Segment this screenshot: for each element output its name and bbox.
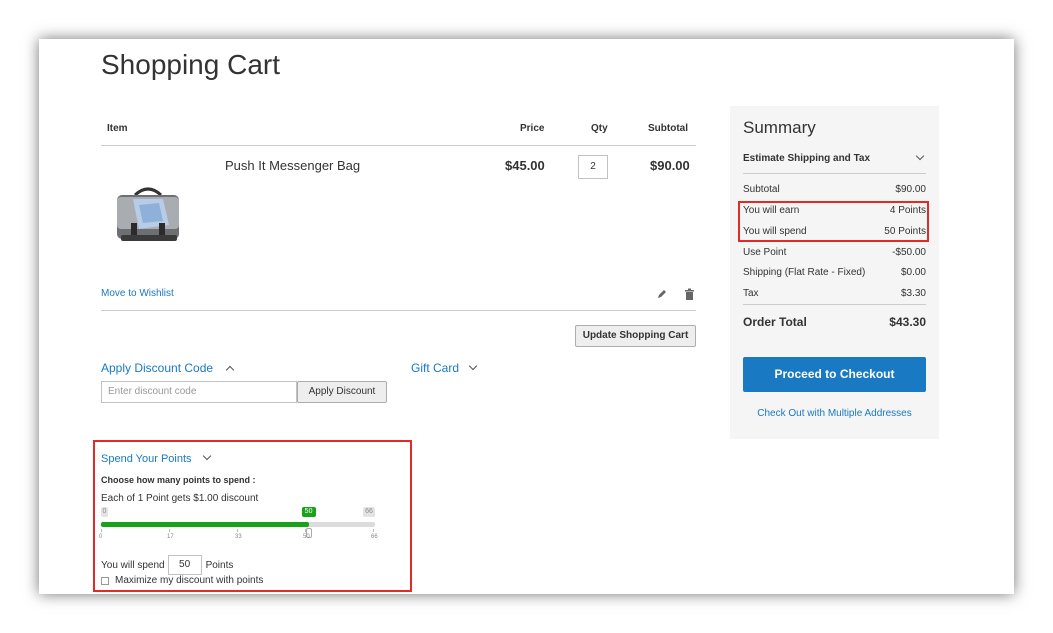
- order-total-value: $43.30: [889, 315, 926, 329]
- header-qty: Qty: [591, 123, 608, 134]
- chevron-down-icon: [202, 451, 212, 461]
- summary-value: $90.00: [895, 184, 926, 195]
- slider-fill: [101, 522, 309, 527]
- points-amount-input[interactable]: 50: [167, 555, 202, 575]
- slider-tick: [101, 529, 102, 532]
- qty-input[interactable]: 2: [578, 155, 608, 179]
- chevron-down-icon: [915, 151, 925, 160]
- summary-value: 4 Points: [889, 205, 926, 216]
- discount-title: Apply Discount Code: [101, 361, 214, 375]
- estimate-shipping-toggle[interactable]: Estimate Shipping and Tax: [743, 151, 926, 164]
- choose-points-label: Choose how many points to spend :: [101, 475, 256, 485]
- points-rate-text: Each of 1 Point gets $1.00 discount: [101, 493, 259, 504]
- gift-card-toggle[interactable]: Gift Card: [411, 359, 478, 377]
- spend-points-toggle[interactable]: Spend Your Points: [101, 449, 212, 467]
- summary-label: Subtotal: [743, 184, 780, 195]
- order-total-label: Order Total: [743, 315, 807, 329]
- summary-row-subtotal: Subtotal $90.00: [743, 184, 926, 195]
- header-subtotal: Subtotal: [648, 123, 688, 134]
- slider-max-badge: 66: [363, 507, 375, 517]
- header-price: Price: [520, 123, 545, 134]
- summary-label: You will spend: [743, 226, 807, 237]
- summary-row-shipping: Shipping (Flat Rate - Fixed) $0.00: [743, 267, 926, 278]
- summary-value: -$50.00: [892, 247, 926, 258]
- slider-value-badge: 50: [301, 507, 316, 517]
- maximize-discount-checkbox[interactable]: [101, 576, 109, 585]
- estimate-shipping-label: Estimate Shipping and Tax: [743, 153, 871, 164]
- discount-toggle[interactable]: Apply Discount Code: [101, 359, 234, 377]
- trash-icon[interactable]: [684, 288, 695, 300]
- product-subtotal: $90.00: [650, 158, 690, 173]
- slider-ticks: 0 17 33 50 66: [99, 529, 378, 543]
- header-item: Item: [107, 123, 128, 134]
- slider-min-badge: 0: [101, 507, 108, 517]
- gift-card-title: Gift Card: [411, 361, 460, 375]
- proceed-to-checkout-button[interactable]: Proceed to Checkout: [743, 357, 926, 392]
- chevron-up-icon: [225, 365, 234, 375]
- product-name[interactable]: Push It Messenger Bag: [225, 158, 360, 173]
- slider-tick-label: 66: [371, 534, 378, 540]
- move-to-wishlist-link[interactable]: Move to Wishlist: [101, 288, 174, 299]
- multiple-addresses-link[interactable]: Check Out with Multiple Addresses: [743, 408, 926, 419]
- header-divider: [101, 145, 696, 146]
- summary-value: $0.00: [900, 267, 926, 278]
- summary-row-tax: Tax $3.30: [743, 288, 926, 299]
- summary-divider: [743, 173, 926, 174]
- spend-suffix: Points: [205, 559, 234, 571]
- slider-tick-label: 33: [235, 534, 242, 540]
- row-divider: [101, 310, 696, 311]
- cart-page: Shopping Cart Item Price Qty Subtotal Pu…: [39, 39, 1014, 594]
- summary-row-spend: You will spend 50 Points: [743, 226, 926, 237]
- total-divider: [743, 304, 926, 305]
- summary-row-earn: You will earn 4 Points: [743, 205, 926, 216]
- summary-value: $3.30: [900, 288, 926, 299]
- maximize-discount-label: Maximize my discount with points: [115, 575, 264, 586]
- update-cart-button[interactable]: Update Shopping Cart: [575, 325, 696, 347]
- order-total-row: Order Total $43.30: [743, 315, 926, 329]
- summary-value: 50 Points: [884, 226, 926, 237]
- summary-label: Use Point: [743, 247, 787, 258]
- summary-title: Summary: [743, 118, 816, 137]
- summary-label: Tax: [743, 288, 759, 299]
- product-image[interactable]: [113, 185, 183, 247]
- spend-points-row: You will spend 50 Points: [101, 555, 233, 575]
- slider-track[interactable]: [101, 522, 375, 527]
- page-title: Shopping Cart: [101, 49, 281, 80]
- slider-tick: [373, 529, 374, 532]
- summary-label: You will earn: [743, 205, 800, 216]
- points-slider[interactable]: 0 66 50 0 17 33 50 66: [99, 507, 378, 547]
- spend-prefix: You will spend: [101, 559, 165, 571]
- slider-tick: [237, 529, 238, 532]
- slider-tick-label: 50: [303, 534, 310, 540]
- edit-icon[interactable]: [656, 288, 668, 300]
- product-price: $45.00: [505, 158, 545, 173]
- slider-tick-label: 17: [167, 534, 174, 540]
- discount-code-input[interactable]: Enter discount code: [101, 381, 297, 403]
- apply-discount-button[interactable]: Apply Discount: [297, 381, 387, 403]
- chevron-down-icon: [469, 361, 478, 371]
- order-summary: Summary Estimate Shipping and Tax Subtot…: [730, 106, 939, 439]
- maximize-discount-row[interactable]: Maximize my discount with points: [101, 575, 263, 586]
- slider-tick: [169, 529, 170, 532]
- summary-label: Shipping (Flat Rate - Fixed): [743, 267, 866, 278]
- summary-row-use-point: Use Point -$50.00: [743, 247, 926, 258]
- spend-points-title: Spend Your Points: [101, 453, 192, 465]
- slider-tick-label: 0: [99, 534, 103, 540]
- slider-tick: [305, 529, 306, 532]
